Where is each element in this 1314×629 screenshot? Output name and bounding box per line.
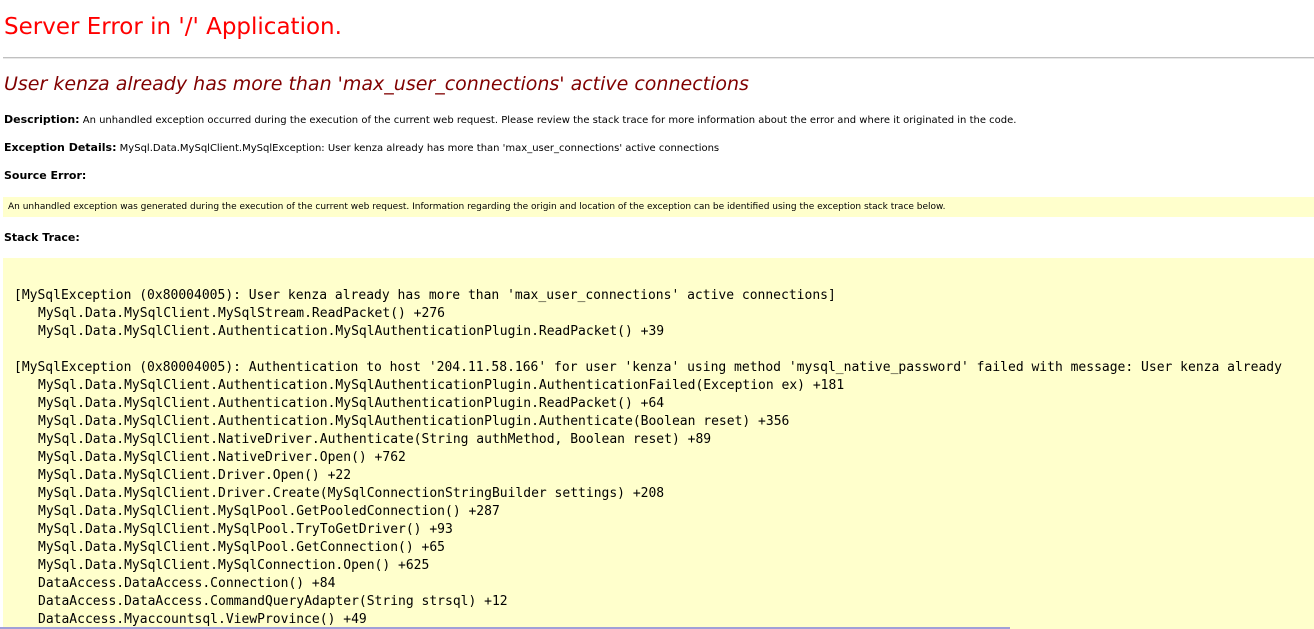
description-section: Description: An unhandled exception occu… [4,113,1016,126]
stack-trace-line: MySql.Data.MySqlClient.NativeDriver.Open… [38,450,406,465]
description-label: Description: [4,113,80,126]
exception-details-text: MySql.Data.MySqlClient.MySqlException: U… [119,143,720,154]
source-error-label: Source Error: [4,169,87,182]
stack-trace-line: MySql.Data.MySqlClient.Driver.Open() +22 [38,468,352,483]
stack-trace-line: MySql.Data.MySqlClient.MySqlPool.TryToGe… [38,522,453,537]
stack-trace-line: [MySqlException (0x80004005): User kenza… [14,288,836,303]
page-title: Server Error in '/' Application. [4,14,342,40]
error-message: User kenza already has more than 'max_us… [4,73,749,95]
stack-trace-line: MySql.Data.MySqlClient.Driver.Create(MyS… [38,486,665,501]
stack-trace-line: DataAccess.DataAccess.CommandQueryAdapte… [38,594,508,609]
stack-trace-box[interactable]: [MySqlException (0x80004005): User kenza… [3,258,1314,629]
stack-trace-line: MySql.Data.MySqlClient.Authentication.My… [38,396,665,411]
stack-trace-line: MySql.Data.MySqlClient.MySqlPool.GetConn… [38,540,445,555]
stack-trace-line: MySql.Data.MySqlClient.Authentication.My… [38,324,665,339]
source-error-text: An unhandled exception was generated dur… [8,202,946,212]
stack-trace-line: MySql.Data.MySqlClient.MySqlStream.ReadP… [38,306,445,321]
stack-trace-label: Stack Trace: [4,231,80,244]
stack-trace-line: MySql.Data.MySqlClient.MySqlPool.GetPool… [38,504,500,519]
source-error-box: An unhandled exception was generated dur… [3,197,1314,217]
stack-trace-line: MySql.Data.MySqlClient.Authentication.My… [38,414,790,429]
exception-details-section: Exception Details: MySql.Data.MySqlClien… [4,141,719,154]
exception-details-label: Exception Details: [4,141,117,154]
stack-trace-line: MySql.Data.MySqlClient.NativeDriver.Auth… [38,432,712,447]
stack-trace-line: [MySqlException (0x80004005): Authentica… [14,360,1282,375]
title-divider [3,57,1314,59]
description-text: An unhandled exception occurred during t… [82,115,1017,126]
stack-trace-line: MySql.Data.MySqlClient.Authentication.My… [38,378,845,393]
stack-trace-line: DataAccess.DataAccess.Connection() +84 [38,576,336,591]
stack-trace-line: MySql.Data.MySqlClient.MySqlConnection.O… [38,558,430,573]
